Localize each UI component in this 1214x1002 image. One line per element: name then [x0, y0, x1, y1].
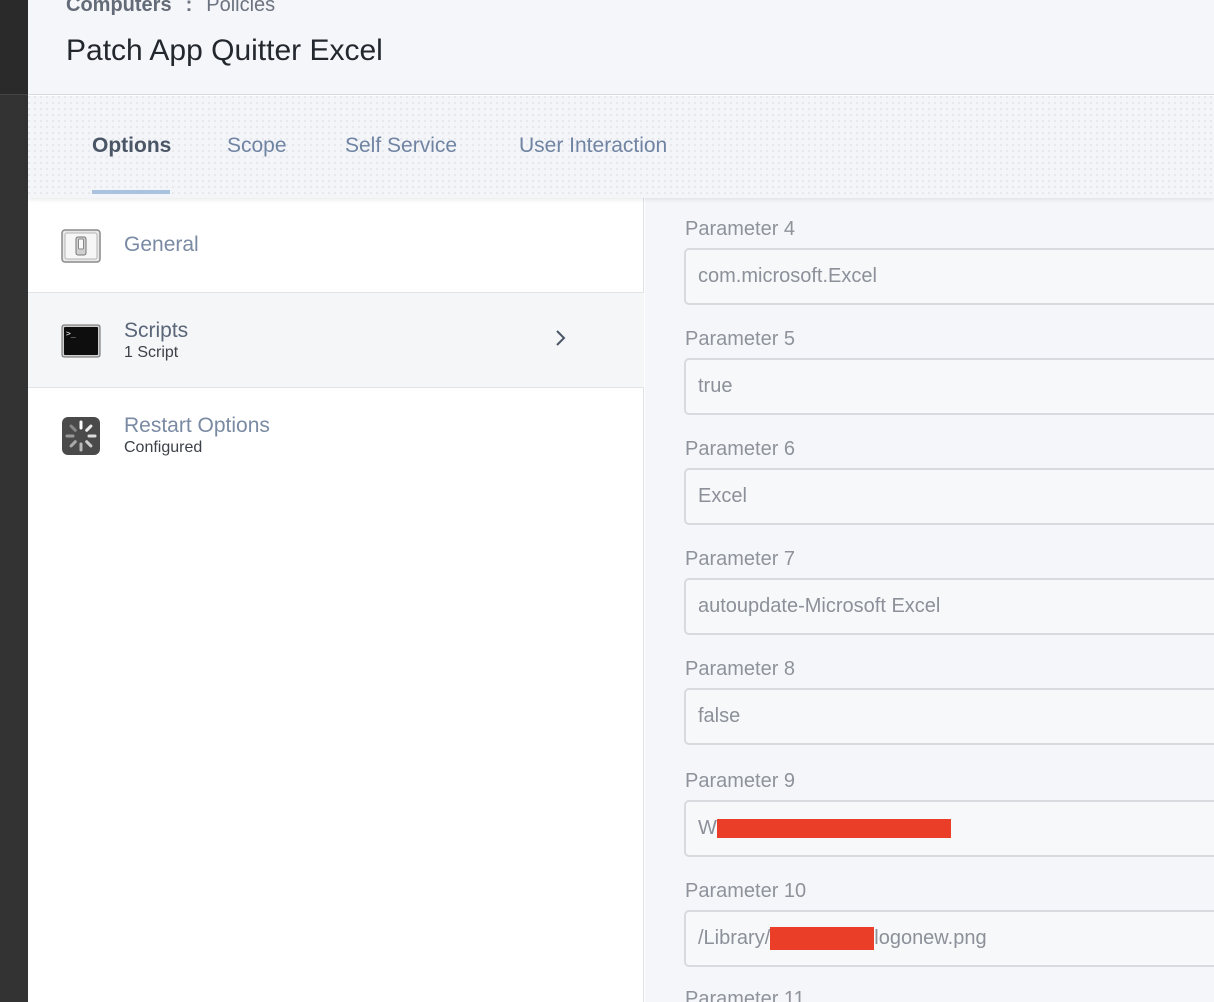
switch-icon: [61, 229, 101, 263]
parameter-9-label: Parameter 9: [685, 770, 796, 792]
script-parameters-panel: Parameter 4 com.microsoft.Excel Paramete…: [645, 198, 1214, 1002]
sidebar-item-sublabel: 1 Script: [124, 344, 179, 361]
parameter-8-input[interactable]: false: [684, 688, 1214, 745]
active-tab-indicator: [92, 190, 170, 194]
tab-options[interactable]: Options: [92, 134, 171, 158]
parameter-10-input[interactable]: /Library/logonew.png: [684, 910, 1214, 967]
parameter-10-value-suffix: logonew.png: [874, 927, 987, 949]
breadcrumb-computers[interactable]: Computers: [66, 0, 172, 17]
parameter-7-label: Parameter 7: [685, 548, 796, 570]
breadcrumb-separator: :: [185, 0, 193, 16]
parameter-9-input[interactable]: W: [684, 800, 1214, 857]
parameter-11-label: Parameter 11: [685, 988, 805, 1002]
options-sidebar: General >_ Scripts 1 Script Restart Opti…: [28, 198, 644, 1002]
tab-user-interaction[interactable]: User Interaction: [519, 134, 667, 158]
breadcrumb: Computers : Policies: [66, 0, 275, 17]
sidebar-item-restart-options[interactable]: Restart Options Configured: [28, 388, 644, 484]
parameter-6-input[interactable]: Excel: [684, 468, 1214, 525]
parameter-9-value-prefix: W: [698, 817, 717, 839]
sidebar-item-label: Scripts: [124, 319, 189, 342]
terminal-icon: >_: [61, 324, 101, 358]
chevron-right-icon: [556, 330, 566, 346]
redaction-mark: [770, 927, 875, 951]
left-rail-top: [0, 0, 28, 95]
tab-scope[interactable]: Scope: [227, 134, 287, 158]
svg-text:>_: >_: [66, 329, 76, 338]
page-title: Patch App Quitter Excel: [66, 34, 383, 67]
parameter-10-value-prefix: /Library/: [698, 927, 771, 949]
breadcrumb-policies[interactable]: Policies: [206, 0, 275, 17]
sidebar-item-general[interactable]: General: [28, 198, 644, 294]
parameter-5-input[interactable]: true: [684, 358, 1214, 415]
parameter-4-input[interactable]: com.microsoft.Excel: [684, 248, 1214, 305]
sidebar-item-sublabel: Configured: [124, 439, 203, 456]
parameter-10-label: Parameter 10: [685, 880, 807, 902]
tab-bar: Options Scope Self Service User Interact…: [28, 96, 1214, 198]
sidebar-item-scripts[interactable]: >_ Scripts 1 Script: [28, 292, 644, 388]
sidebar-item-label: General: [124, 233, 199, 256]
app-window: Computers : Policies Patch App Quitter E…: [0, 0, 1214, 1002]
parameter-5-label: Parameter 5: [685, 328, 796, 350]
parameter-8-label: Parameter 8: [685, 658, 796, 680]
sidebar-item-label: Restart Options: [124, 414, 270, 437]
parameter-4-label: Parameter 4: [685, 218, 796, 240]
parameter-7-input[interactable]: autoupdate-Microsoft Excel: [684, 578, 1214, 635]
restart-spinner-icon: [62, 417, 100, 455]
redaction-mark: [716, 819, 951, 839]
parameter-6-label: Parameter 6: [685, 438, 796, 460]
tab-self-service[interactable]: Self Service: [345, 134, 457, 158]
page-header: Computers : Policies Patch App Quitter E…: [28, 0, 1214, 95]
left-rail: [0, 0, 28, 1002]
